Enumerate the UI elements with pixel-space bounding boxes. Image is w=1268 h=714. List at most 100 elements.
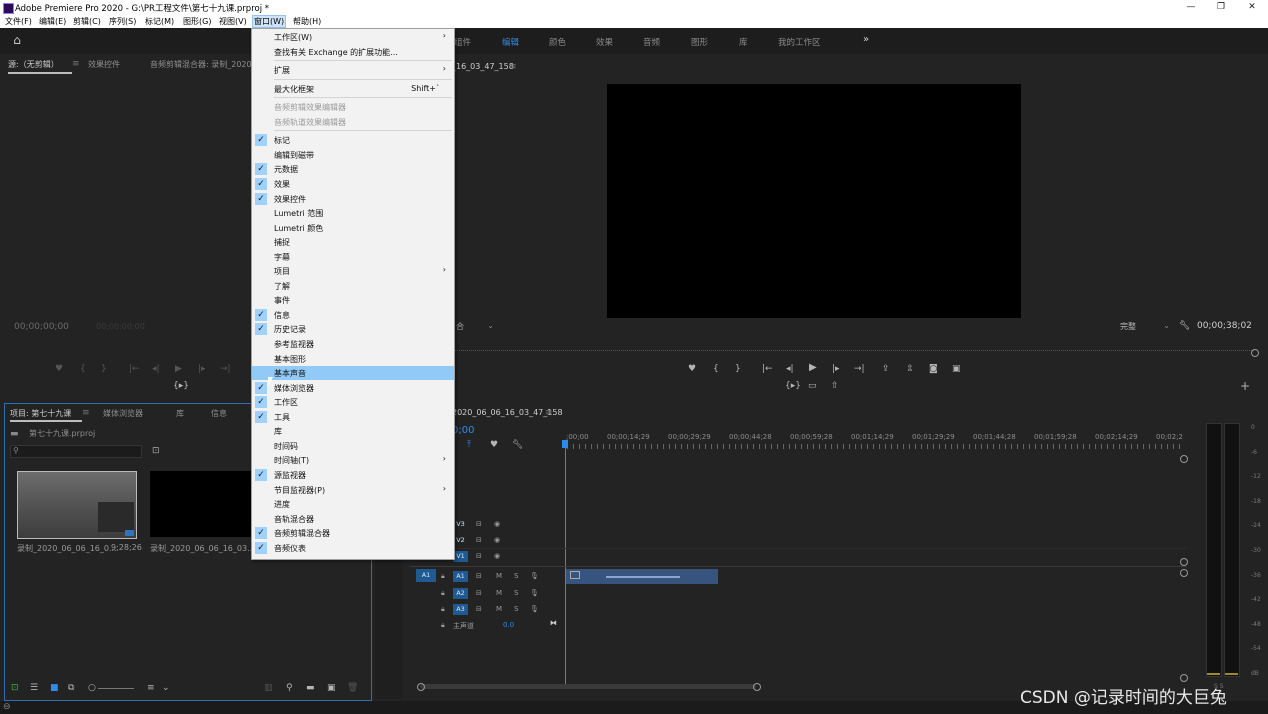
program-timecode[interactable]: 00;00;38;02 [1197,321,1252,331]
sync-lock-icon[interactable]: ⊟ [476,536,482,544]
play-icon[interactable]: ▶ [175,364,182,374]
go-to-end-icon[interactable]: ⧓ [550,619,557,627]
step-forward-icon[interactable]: |▸ [198,364,206,374]
timeline-vertical-scroll-handle[interactable] [1180,569,1188,577]
sync-lock-icon[interactable]: ⊟ [476,605,482,613]
step-back-icon[interactable]: ◂| [786,364,794,374]
mute-button[interactable]: M [496,589,502,597]
solo-button[interactable]: S [514,572,518,580]
tab-audio-clip-mixer[interactable]: 音频剪辑混合器: 录制_2020 [150,59,252,70]
panel-menu-icon[interactable]: ≡ [82,408,90,418]
window-menu-item[interactable]: 库 [252,424,454,438]
master-volume-value[interactable]: 0.0 [503,621,514,629]
menu-help[interactable]: 帮助(H) [292,16,322,27]
timeline-timecode[interactable]: 0;00 [452,425,474,436]
scroll-left-handle[interactable] [417,683,425,691]
window-menu-item[interactable]: ✓ 信息 [252,308,454,322]
new-bin-icon[interactable]: ▬ [306,683,315,693]
timeline-horizontal-scrollbar[interactable] [420,684,756,689]
tab-info[interactable]: 信息 [211,408,227,419]
timeline-vertical-scroll-handle[interactable] [1180,558,1188,566]
lock-icon[interactable]: 🔒︎ [441,621,445,630]
window-menu-item[interactable]: 时间轴(T) › [252,453,454,467]
video-track-label[interactable]: V1 [453,551,468,562]
tab-libraries[interactable]: 库 [176,408,184,419]
tab-project[interactable]: 项目: 第七十九课 [10,408,71,419]
sync-lock-icon[interactable]: ⊟ [476,589,482,597]
tab-program[interactable]: _16_03_47_158 [452,62,514,71]
quality-dropdown[interactable]: 完整 ⌄ [1118,321,1172,332]
solo-button[interactable]: S [514,605,518,613]
window-menu-item[interactable]: Lumetri 颜色 [252,221,454,235]
insert-sync-icon[interactable]: {▸} [173,381,189,391]
menu-edit[interactable]: 编辑(E) [38,16,67,27]
video-track-label[interactable]: V3 [453,519,468,530]
zoom-slider-handle[interactable]: ○ [88,683,96,693]
timeline-playhead[interactable] [565,441,566,684]
workspace-graphics[interactable]: 图形 [691,36,708,48]
eye-icon[interactable]: ◉ [494,552,500,560]
window-menu-item[interactable]: ✓ 源监视器 [252,468,454,482]
find-icon[interactable]: ⚲ [286,683,293,693]
workspace-effects[interactable]: 效果 [596,36,613,48]
audio-clip[interactable] [566,569,718,584]
clip-thumbnail[interactable] [17,471,137,539]
list-view-icon[interactable]: ☰ [30,683,38,693]
mark-out-icon[interactable]: } [101,364,107,374]
add-marker-icon[interactable]: ♥ [688,364,696,374]
window-menu-item[interactable]: ✓ 音频仪表 [252,541,454,555]
zoom-slider-track[interactable] [98,688,134,689]
sequence-thumbnail[interactable] [150,471,256,537]
program-time-ruler[interactable] [454,344,1254,351]
window-menu-item[interactable]: 扩展 › [252,63,454,77]
playhead-end-handle[interactable] [1251,349,1259,357]
lock-icon[interactable]: 🔒︎ [441,572,445,581]
timeline-vertical-scroll-handle[interactable] [1180,455,1188,463]
workspace-more-button[interactable]: » [863,34,869,45]
close-button[interactable]: ✕ [1237,0,1267,15]
tab-effect-controls[interactable]: 效果控件 [88,59,120,70]
mute-button[interactable]: M [496,572,502,580]
lock-icon[interactable]: 🔒︎ [441,605,445,614]
mark-in-icon[interactable]: { [80,364,86,374]
window-menu-item[interactable]: ✓ 效果 [252,177,454,191]
insert-sync-icon[interactable]: {▸} [785,381,801,391]
menu-clip[interactable]: 剪辑(C) [72,16,102,27]
menu-marker[interactable]: 标记(M) [144,16,175,27]
window-menu-item[interactable]: ✓ 工作区 [252,395,454,409]
window-menu-item[interactable]: 时间码 [252,439,454,453]
sort-icon[interactable]: ≡ [147,683,155,693]
window-menu-item[interactable]: 捕捉 [252,235,454,249]
workspace-color[interactable]: 颜色 [549,36,566,48]
window-menu-item[interactable]: 基本声音 [252,366,454,381]
lock-icon[interactable]: 🔒︎ [441,589,445,598]
menu-sequence[interactable]: 序列(S) [108,16,137,27]
comparison-view-icon[interactable]: ▣ [952,364,961,374]
panel-menu-icon[interactable]: ≡ [72,59,80,69]
home-icon[interactable]: ⌂ [10,34,24,46]
window-menu-item[interactable]: 查找有关 Exchange 的扩展功能... [252,45,454,59]
window-menu-item[interactable]: 进度 [252,497,454,511]
audio-track-label[interactable]: A3 [453,604,468,615]
mark-out-icon[interactable]: } [735,364,741,374]
window-menu-item[interactable]: ✓ 工具 [252,410,454,424]
sync-lock-icon[interactable]: ⊟ [476,520,482,528]
workspace-libraries[interactable]: 库 [739,36,748,48]
add-marker-icon[interactable]: ♥ [490,440,498,450]
go-to-in-icon[interactable]: |← [762,364,773,374]
step-back-icon[interactable]: ◂| [152,364,160,374]
mark-in-icon[interactable]: { [713,364,719,374]
tab-source[interactable]: 源:（无剪辑） [8,59,59,70]
panel-menu-icon[interactable]: ≡ [545,408,553,418]
microphone-icon[interactable]: 🎙︎ [530,605,539,613]
video-track-label[interactable]: V2 [453,535,468,546]
microphone-icon[interactable]: 🎙︎ [530,572,539,580]
go-to-out-icon[interactable]: →| [220,364,231,374]
playhead-handle[interactable] [562,440,568,448]
workspace-audio[interactable]: 音频 [643,36,660,48]
solo-button[interactable]: S [514,589,518,597]
menu-view[interactable]: 视图(V) [218,16,248,27]
tab-media-browser[interactable]: 媒体浏览器 [103,408,143,419]
timeline-vertical-scroll-handle[interactable] [1180,674,1188,682]
window-menu-item[interactable]: ✓ 音频剪辑混合器 [252,526,454,540]
